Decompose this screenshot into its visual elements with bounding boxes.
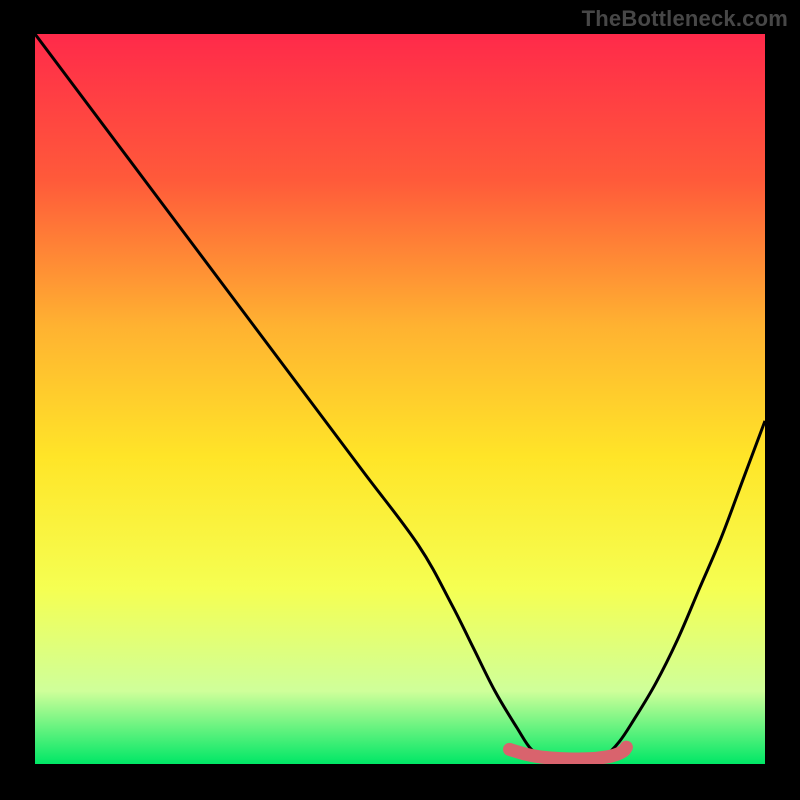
chart-svg: [35, 34, 765, 764]
gradient-background: [35, 34, 765, 764]
watermark-text: TheBottleneck.com: [582, 6, 788, 32]
sweet-spot-end-dot: [620, 741, 633, 754]
plot-area: [35, 34, 765, 764]
chart-frame: TheBottleneck.com: [0, 0, 800, 800]
